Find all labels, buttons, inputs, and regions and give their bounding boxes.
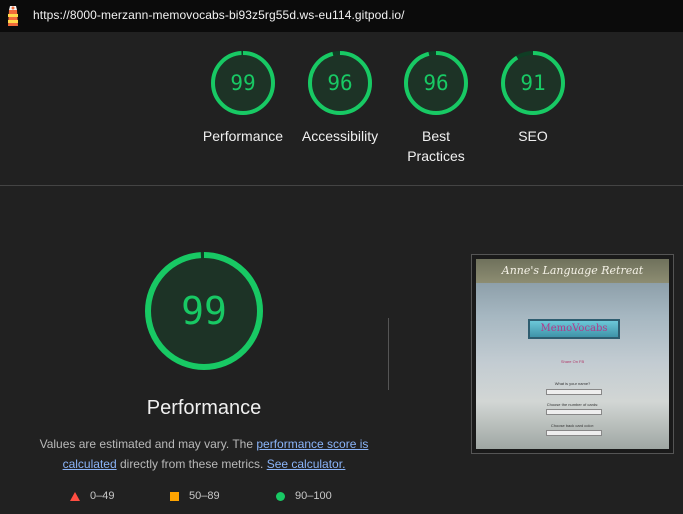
thumbnail-color-select [546,430,602,436]
gauge-seo[interactable]: 91 SEO [488,50,578,146]
report-url[interactable]: https://8000-merzann-memovocabs-bi93z5rg… [33,8,405,22]
gauge-label: Accessibility [301,128,379,144]
gauge-score: 91 [520,71,546,95]
section-divider [0,185,683,186]
gauge-accessibility[interactable]: 96 Accessibility [295,50,385,146]
thumbnail-share-text: Share On FB [560,359,585,364]
thumbnail-header: Anne's Language Retreat [476,259,669,283]
performance-description: Values are estimated and may vary. The p… [38,434,370,474]
legend-range: 90–100 [295,490,332,502]
gauge-label: SEO [518,128,548,144]
gauge-score: 99 [230,71,256,95]
see-calculator-link[interactable]: See calculator. [267,457,346,471]
desc-prefix: Values are estimated and may vary. The [39,437,257,451]
gauge-score: 96 [423,71,449,95]
vertical-divider [388,318,389,390]
thumbnail-content: Anne's Language Retreat MemoVocabs Share… [476,259,669,449]
triangle-icon [70,491,80,501]
thumbnail-cards-label: Choose the number of cards: [546,402,599,407]
legend-range: 0–49 [90,490,115,502]
legend-range: 50–89 [189,490,220,502]
lighthouse-icon [8,6,18,26]
legend-pass: 90–100 [276,490,332,502]
thumbnail-logo: MemoVocabs [528,319,620,339]
gauge-label: Performance [202,128,284,144]
legend-fail: 0–49 [70,490,114,502]
gauge-label: Best Practices [407,128,465,164]
page-screenshot-thumbnail[interactable]: Anne's Language Retreat MemoVocabs Share… [471,254,674,454]
performance-title: Performance [146,397,262,419]
thumbnail-name-label: What is your name? [554,381,591,386]
category-gauges: 99 Performance 96 Accessibility 96 Best … [0,50,683,180]
thumbnail-color-label: Choose back card color: [550,423,595,428]
thumbnail-cards-select [546,409,602,415]
gauge-performance[interactable]: 99 Performance [198,50,288,146]
square-icon [170,491,179,501]
gauge-best-practices[interactable]: 96 Best Practices [391,50,481,166]
thumbnail-name-field [546,389,602,395]
desc-middle: directly from these metrics. [116,457,267,471]
score-legend: 0–49 50–89 90–100 [0,490,400,508]
performance-score: 99 [181,289,227,333]
legend-average: 50–89 [170,490,220,502]
circle-icon [276,491,285,501]
gauge-score: 96 [327,71,353,95]
top-bar: https://8000-merzann-memovocabs-bi93z5rg… [0,0,683,32]
